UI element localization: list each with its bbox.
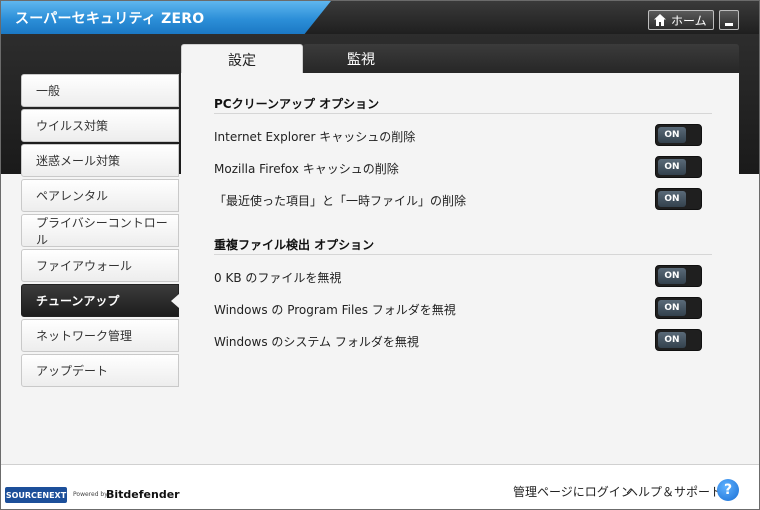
- sidebar-item-antivirus[interactable]: ウイルス対策: [21, 109, 179, 142]
- option-label-firefox-cache: Mozilla Firefox キャッシュの削除: [214, 162, 399, 176]
- sidebar: 一般 ウイルス対策 迷惑メール対策 ペアレンタル プライバシーコントロール ファ…: [21, 74, 179, 389]
- app-title: スーパーセキュリティ ZERO: [15, 11, 205, 27]
- sidebar-item-antispam[interactable]: 迷惑メール対策: [21, 144, 179, 177]
- tab-settings[interactable]: 設定: [181, 44, 303, 74]
- tab-settings-label: 設定: [228, 52, 256, 69]
- sidebar-item-label: 迷惑メール対策: [36, 154, 121, 168]
- toggle-recent-temp[interactable]: ON: [655, 188, 702, 210]
- home-icon: [654, 14, 666, 26]
- bitdefender-logo: Bitdefender: [106, 488, 180, 501]
- section-title-duplicates: 重複ファイル検出 オプション: [214, 238, 375, 252]
- toggle-ie-cache[interactable]: ON: [655, 124, 702, 146]
- sidebar-item-parental[interactable]: ペアレンタル: [21, 179, 179, 212]
- home-button[interactable]: ホーム: [648, 10, 714, 30]
- admin-login-link[interactable]: 管理ページにログイン: [513, 483, 633, 500]
- home-label: ホーム: [671, 13, 707, 28]
- toggle-system-folder[interactable]: ON: [655, 329, 702, 351]
- toggle-zero-kb[interactable]: ON: [655, 265, 702, 287]
- sidebar-item-label: ペアレンタル: [36, 189, 109, 203]
- sidebar-item-label: ウイルス対策: [36, 119, 109, 133]
- toggle-state: ON: [658, 127, 686, 143]
- toggle-state: ON: [658, 332, 686, 348]
- help-support-link[interactable]: ヘルプ＆サポート: [626, 483, 722, 500]
- sidebar-item-label: チューンアップ: [36, 294, 120, 308]
- sidebar-item-label: ネットワーク管理: [36, 329, 133, 343]
- section-title-cleanup: PCクリーンアップ オプション: [214, 97, 380, 111]
- toggle-program-files[interactable]: ON: [655, 297, 702, 319]
- option-label-zero-kb: 0 KB のファイルを無視: [214, 271, 342, 285]
- sourcenext-logo: SOURCENEXT: [5, 487, 67, 503]
- footer: SOURCENEXT Powered by Bitdefender 管理ページに…: [1, 464, 759, 509]
- sidebar-item-label: プライバシーコントロール: [36, 215, 168, 247]
- sidebar-item-general[interactable]: 一般: [21, 74, 179, 107]
- sidebar-item-privacy[interactable]: プライバシーコントロール: [21, 214, 179, 247]
- sidebar-item-tuneup[interactable]: チューンアップ: [21, 284, 179, 317]
- sidebar-item-firewall[interactable]: ファイアウォール: [21, 249, 179, 282]
- section-divider: [214, 113, 712, 114]
- toggle-firefox-cache[interactable]: ON: [655, 156, 702, 178]
- help-icon[interactable]: ?: [717, 479, 739, 501]
- title-bar: スーパーセキュリティ ZERO ホーム: [1, 1, 759, 34]
- minimize-button[interactable]: [719, 10, 739, 30]
- toggle-state: ON: [658, 191, 686, 207]
- toggle-state: ON: [658, 300, 686, 316]
- section-divider: [214, 254, 712, 255]
- powered-by-text: Powered by: [73, 491, 108, 498]
- tab-monitor-label: 監視: [347, 52, 375, 68]
- settings-panel: PCクリーンアップ オプション Internet Explorer キャッシュの…: [181, 73, 739, 459]
- toggle-state: ON: [658, 268, 686, 284]
- toggle-state: ON: [658, 159, 686, 175]
- option-label-ie-cache: Internet Explorer キャッシュの削除: [214, 130, 416, 144]
- sidebar-item-network[interactable]: ネットワーク管理: [21, 319, 179, 352]
- tab-monitor[interactable]: 監視: [303, 44, 739, 74]
- option-label-system-folder: Windows のシステム フォルダを無視: [214, 335, 419, 349]
- sidebar-item-label: アップデート: [36, 364, 109, 378]
- sidebar-item-update[interactable]: アップデート: [21, 354, 179, 387]
- sidebar-item-label: 一般: [36, 84, 61, 98]
- app-window: スーパーセキュリティ ZERO ホーム 設定 監視 一般 ウイルス対策 迷惑メー…: [0, 0, 760, 510]
- option-label-program-files: Windows の Program Files フォルダを無視: [214, 303, 456, 317]
- sidebar-item-label: ファイアウォール: [36, 259, 133, 273]
- option-label-recent-temp: 「最近使った項目」と「一時ファイル」の削除: [214, 194, 467, 208]
